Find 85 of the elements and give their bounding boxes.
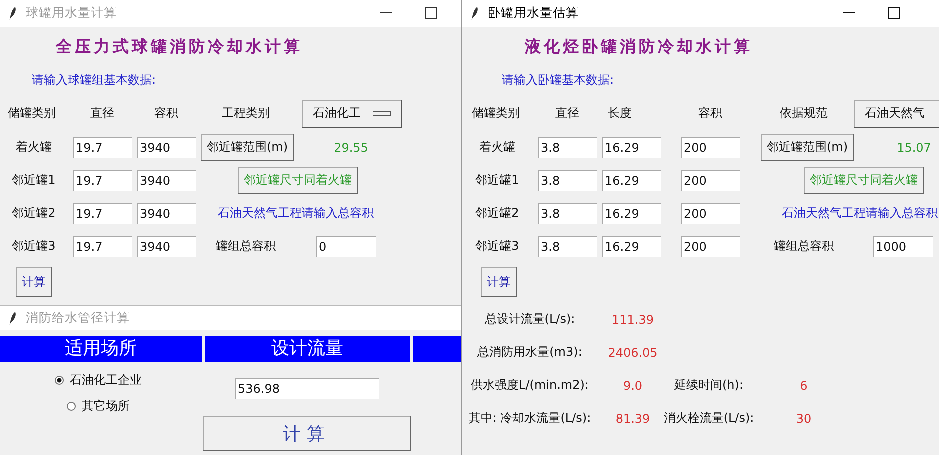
row-label: 着火罐 [16, 139, 52, 156]
column-header: 依据规范 [780, 105, 828, 122]
volume-field[interactable]: 3940 [137, 137, 196, 158]
note-text: 石油天然气工程请输入总容积 [782, 205, 938, 222]
row-label: 邻近罐1 [12, 172, 56, 189]
result-label: 延续时间(h): [674, 377, 744, 394]
column-header: 储罐类别 [471, 105, 521, 122]
result-label: 供水强度L/(min.m2): [471, 377, 589, 394]
column-header: 储罐类别 [7, 105, 57, 122]
volume-field[interactable]: 200 [681, 170, 740, 191]
diameter-field[interactable]: 19.7 [73, 236, 132, 257]
result-value: 9.0 [623, 378, 643, 392]
column-header: 容积 [698, 105, 722, 122]
volume-field[interactable]: 200 [681, 203, 740, 224]
row-label: 邻近罐2 [12, 205, 56, 222]
total-volume-field[interactable]: 1000 [873, 236, 933, 257]
total-label: 罐组总容积 [216, 238, 276, 255]
feather-icon [471, 6, 479, 21]
feather-icon [9, 6, 17, 21]
length-field[interactable]: 16.29 [602, 170, 661, 191]
length-field[interactable]: 16.29 [602, 236, 661, 257]
row-label: 着火罐 [480, 139, 516, 156]
option-label: 石油化工企业 [70, 372, 142, 388]
total-volume-field[interactable]: 0 [316, 236, 376, 257]
diameter-field[interactable]: 19.7 [73, 137, 132, 158]
volume-field[interactable]: 3940 [137, 203, 196, 224]
volume-field[interactable]: 3940 [137, 236, 196, 257]
result-value: 81.39 [616, 412, 650, 426]
feather-icon [9, 310, 17, 326]
column-header: 工程类别 [222, 105, 270, 122]
radio-button[interactable] [55, 376, 64, 384]
maximize-icon[interactable] [425, 7, 437, 19]
diameter-field[interactable]: 3.8 [538, 203, 597, 224]
column-header-background [413, 336, 461, 362]
diameter-field[interactable]: 3.8 [538, 137, 597, 158]
calculate-button[interactable]: 计算 [203, 416, 411, 451]
design-flow-field[interactable]: 536.98 [235, 378, 379, 399]
result-label: 总消防用水量(m3): [478, 344, 582, 361]
result-value: 30 [796, 412, 812, 426]
column-header: 适用场所 [0, 336, 202, 362]
result-value: 111.39 [612, 312, 654, 326]
result-label: 其中: 冷却水流量(L/s): [468, 410, 592, 427]
diameter-field[interactable]: 3.8 [538, 236, 597, 257]
volume-field[interactable]: 3940 [137, 170, 196, 191]
column-header: 容积 [154, 105, 178, 122]
range-value: 29.55 [334, 140, 368, 154]
maximize-icon[interactable] [888, 7, 900, 19]
result-label: 总设计流量(L/s): [484, 311, 576, 328]
dropdown-indicator-icon [373, 110, 391, 116]
volume-field[interactable]: 200 [681, 137, 740, 158]
diameter-field[interactable]: 19.7 [73, 203, 132, 224]
prompt-text: 请输入球罐组基本数据: [31, 72, 158, 88]
result-label: 消火栓流量(L/s): [664, 410, 754, 427]
volume-field[interactable]: 200 [681, 236, 740, 257]
column-header: 设计流量 [205, 336, 410, 362]
prompt-text: 请输入卧罐基本数据: [501, 72, 616, 88]
calculate-button[interactable]: 计算 [481, 267, 517, 297]
window-title: 球罐用水量计算 [26, 5, 117, 22]
window-title: 卧罐用水量估算 [488, 5, 579, 22]
column-header: 长度 [608, 105, 632, 122]
range-value: 15.07 [897, 140, 932, 154]
calculate-button[interactable]: 计算 [16, 267, 52, 297]
heading: 液化烃卧罐消防冷却水计算 [524, 36, 754, 58]
standard-dropdown[interactable]: 石油天然气 [854, 100, 939, 128]
diameter-field[interactable]: 3.8 [538, 170, 597, 191]
column-header: 直径 [556, 105, 580, 122]
radio-button[interactable] [67, 402, 76, 410]
note-text: 石油天然气工程请输入总容积 [218, 205, 374, 222]
length-field[interactable]: 16.29 [602, 137, 661, 158]
row-label: 邻近罐2 [476, 205, 520, 222]
row-label: 邻近罐3 [476, 238, 520, 255]
range-button[interactable]: 邻近罐范围(m) [761, 134, 854, 161]
total-label: 罐组总容积 [774, 238, 834, 255]
heading: 全压力式球罐消防冷却水计算 [54, 36, 304, 58]
column-header: 直径 [90, 105, 114, 122]
length-field[interactable]: 16.29 [602, 203, 661, 224]
row-label: 邻近罐3 [12, 238, 56, 255]
result-value: 6 [800, 378, 808, 392]
diameter-field[interactable]: 19.7 [73, 170, 132, 191]
range-button[interactable]: 邻近罐范围(m) [201, 134, 294, 161]
window-title: 消防给水管径计算 [26, 310, 130, 326]
option-label: 其它场所 [82, 398, 130, 414]
row-label: 邻近罐1 [476, 172, 520, 189]
result-value: 2406.05 [608, 346, 658, 360]
project-type-dropdown[interactable]: 石油化工 [302, 100, 402, 128]
